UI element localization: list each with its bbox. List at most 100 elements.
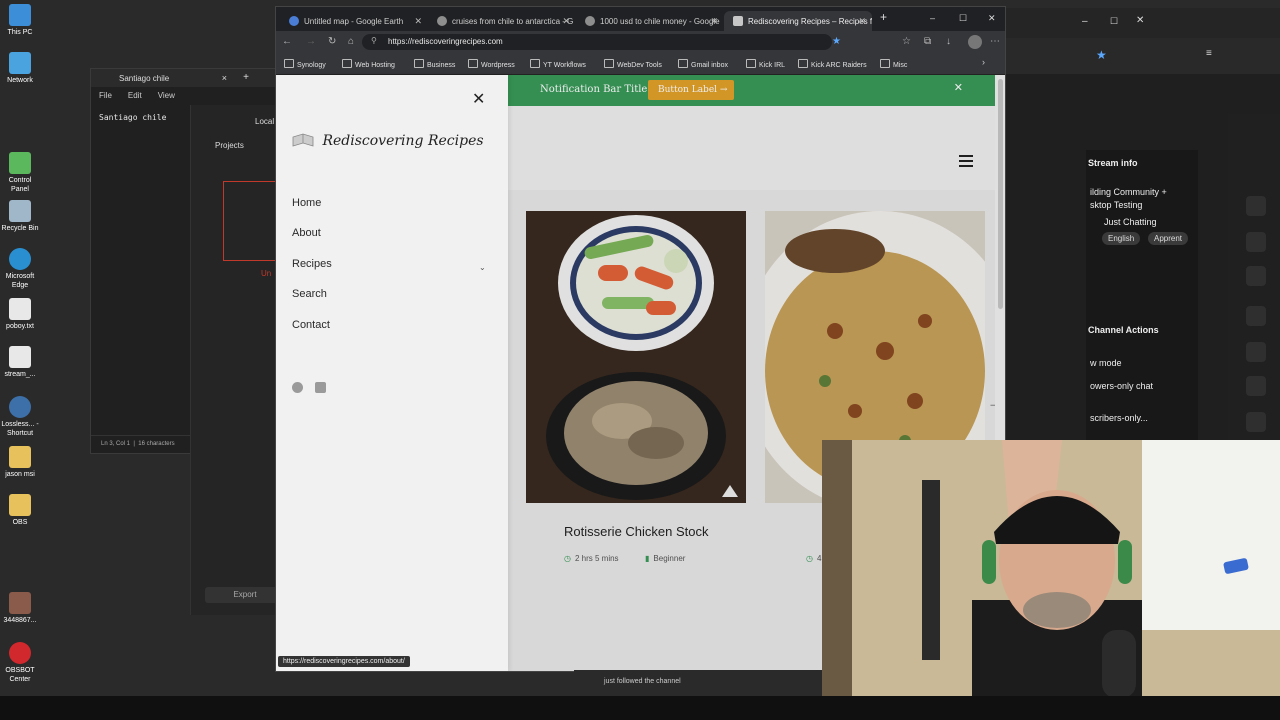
chevron-down-icon[interactable]: ⌄ <box>479 263 486 272</box>
sidebar-button-6[interactable] <box>1246 376 1266 396</box>
google-favicon <box>585 16 595 26</box>
home-icon[interactable]: ⌂ <box>348 36 354 47</box>
control-panel-icon[interactable]: Control Panel <box>0 152 40 194</box>
bookmark-kick-arc-raiders[interactable]: Kick ARC Raiders <box>798 59 867 69</box>
tab-cruises-search[interactable]: cruises from chile to antarctica - G ✕ <box>428 11 576 31</box>
google-earth-favicon <box>289 16 299 26</box>
menu-item-search[interactable]: Search <box>292 288 327 300</box>
notepad-menu: File Edit View <box>91 87 279 103</box>
address-bar: ← → ↻ ⌂ ⚲ https://rediscoveringrecipes.c… <box>276 31 1005 53</box>
menu-edit[interactable]: Edit <box>128 91 142 103</box>
close-tab-icon[interactable]: ✕ <box>858 16 866 27</box>
forward-icon[interactable]: → <box>306 36 316 47</box>
lossless-shortcut-icon[interactable]: Lossless... - Shortcut <box>0 396 40 438</box>
action-mode[interactable]: w mode <box>1090 358 1122 368</box>
url-field[interactable]: ⚲ https://rediscoveringrecipes.com <box>362 34 832 50</box>
action-followers-only[interactable]: owers-only chat <box>1090 381 1153 391</box>
new-tab-icon[interactable]: + <box>243 72 249 83</box>
this-pc-icon[interactable]: This PC <box>0 4 40 37</box>
minimize-icon[interactable]: – <box>1082 16 1088 27</box>
channel-actions-title: Channel Actions <box>1088 325 1159 335</box>
close-icon[interactable]: ✕ <box>1136 15 1144 26</box>
bookmark-synology[interactable]: Synology <box>284 59 326 69</box>
link-hover-status: https://rediscoveringrecipes.com/about/ <box>278 656 410 667</box>
tab-google-earth[interactable]: Untitled map - Google Earth ✕ <box>280 11 428 31</box>
close-tab-icon[interactable]: ✕ <box>710 16 718 27</box>
minimize-icon[interactable]: – <box>930 13 935 23</box>
local-tab[interactable]: Local <box>231 111 274 131</box>
projects-label[interactable]: Projects <box>215 141 244 150</box>
tab-rediscovering-recipes[interactable]: Rediscovering Recipes – Recipes f ✕ <box>724 11 872 31</box>
bookmark-webdev-tools[interactable]: WebDev Tools <box>604 59 662 69</box>
bookmark-misc[interactable]: Misc <box>880 59 907 69</box>
menu-item-about[interactable]: About <box>292 227 321 239</box>
action-subscribers-only[interactable]: scribers-only... <box>1090 413 1148 423</box>
obs-folder-icon[interactable]: OBS <box>0 494 40 527</box>
image-file-icon[interactable]: 3448867... <box>0 592 40 625</box>
bookmark-wordpress[interactable]: Wordpress <box>468 59 515 69</box>
notepad-titlebar[interactable]: Santiago chile × + <box>91 69 279 87</box>
microsoft-edge-icon[interactable]: Microsoft Edge <box>0 248 40 290</box>
dashboard-toolbar: ★ ≡ <box>1006 38 1280 74</box>
close-tab-icon[interactable]: ✕ <box>562 16 570 27</box>
new-tab-icon[interactable]: + <box>880 10 887 24</box>
sidebar-button-1[interactable] <box>1246 196 1266 216</box>
tag-english[interactable]: English <box>1102 232 1141 245</box>
favorites-icon[interactable]: ☆ <box>902 36 911 47</box>
close-window-icon[interactable]: ✕ <box>988 13 996 24</box>
bookmark-yt-workflows[interactable]: YT Workflows <box>530 59 586 69</box>
stream-title-line2: sktop Testing <box>1090 200 1143 210</box>
close-tab-icon[interactable]: × <box>222 73 227 83</box>
project-label: Un <box>261 269 272 278</box>
tag-apprent[interactable]: Apprent <box>1148 232 1189 245</box>
maximize-icon[interactable]: ☐ <box>959 13 967 24</box>
site-info-icon[interactable]: ⚲ <box>371 36 377 45</box>
stream-file-icon[interactable]: stream_... <box>0 346 40 379</box>
poboy-file-icon[interactable]: poboy.txt <box>0 298 40 331</box>
tab-strip: Untitled map - Google Earth ✕ cruises fr… <box>276 7 1005 31</box>
close-menu-icon[interactable]: ✕ <box>472 89 485 109</box>
menu-item-recipes[interactable]: Recipes <box>292 258 332 270</box>
sidebar-button-7[interactable] <box>1246 412 1266 432</box>
star-icon[interactable]: ★ <box>1096 48 1107 62</box>
recycle-bin-icon[interactable]: Recycle Bin <box>0 200 40 233</box>
follow-alert: just followed the channel <box>574 670 822 696</box>
site-logo[interactable]: Rediscovering Recipes <box>292 133 484 149</box>
back-icon[interactable]: ← <box>282 36 292 47</box>
tab-currency-search[interactable]: 1000 usd to chile money - Google ✕ <box>576 11 724 31</box>
favorite-star-icon[interactable]: ★ <box>832 36 841 47</box>
bookmark-web-hosting[interactable]: Web Hosting <box>342 59 395 69</box>
bookmark-business[interactable]: Business <box>414 59 455 69</box>
bookmarks-overflow-icon[interactable]: › <box>982 57 985 67</box>
collections-icon[interactable]: ⧉ <box>924 36 931 47</box>
stream-title-line1: ilding Community + <box>1090 187 1167 197</box>
network-icon[interactable]: Network <box>0 52 40 85</box>
menu-icon[interactable]: ≡ <box>1206 48 1212 59</box>
reload-icon[interactable]: ↻ <box>328 36 336 47</box>
sidebar-button-3[interactable] <box>1246 266 1266 286</box>
menu-view[interactable]: View <box>158 91 175 103</box>
profile-avatar[interactable] <box>968 35 982 49</box>
project-thumbnail[interactable] <box>223 181 283 261</box>
maximize-icon[interactable]: ☐ <box>1110 16 1118 27</box>
jason-msi-folder-icon[interactable]: jason msi <box>0 446 40 479</box>
category-label[interactable]: Just Chatting <box>1104 217 1157 227</box>
obsbot-center-icon[interactable]: OBSBOT Center <box>0 642 40 684</box>
menu-item-contact[interactable]: Contact <box>292 319 330 331</box>
menu-file[interactable]: File <box>99 91 112 103</box>
book-logo-icon <box>292 133 314 147</box>
facebook-icon[interactable] <box>292 382 303 393</box>
menu-item-home[interactable]: Home <box>292 197 321 209</box>
sidebar-button-2[interactable] <box>1246 232 1266 252</box>
bookmark-kick-irl[interactable]: Kick IRL <box>746 59 785 69</box>
close-tab-icon[interactable]: ✕ <box>414 16 422 27</box>
bookmark-gmail-inbox[interactable]: Gmail inbox <box>678 59 728 69</box>
sidebar-button-5[interactable] <box>1246 342 1266 362</box>
export-button[interactable]: Export <box>205 587 285 603</box>
more-options-icon[interactable]: ⋯ <box>990 36 1000 47</box>
downloads-icon[interactable]: ↓ <box>946 36 951 47</box>
dashboard-titlebar: – ☐ ✕ <box>1006 8 1280 38</box>
sidebar-button-4[interactable] <box>1246 306 1266 326</box>
youtube-icon[interactable] <box>315 382 326 393</box>
notepad-title: Santiago chile <box>119 74 170 83</box>
